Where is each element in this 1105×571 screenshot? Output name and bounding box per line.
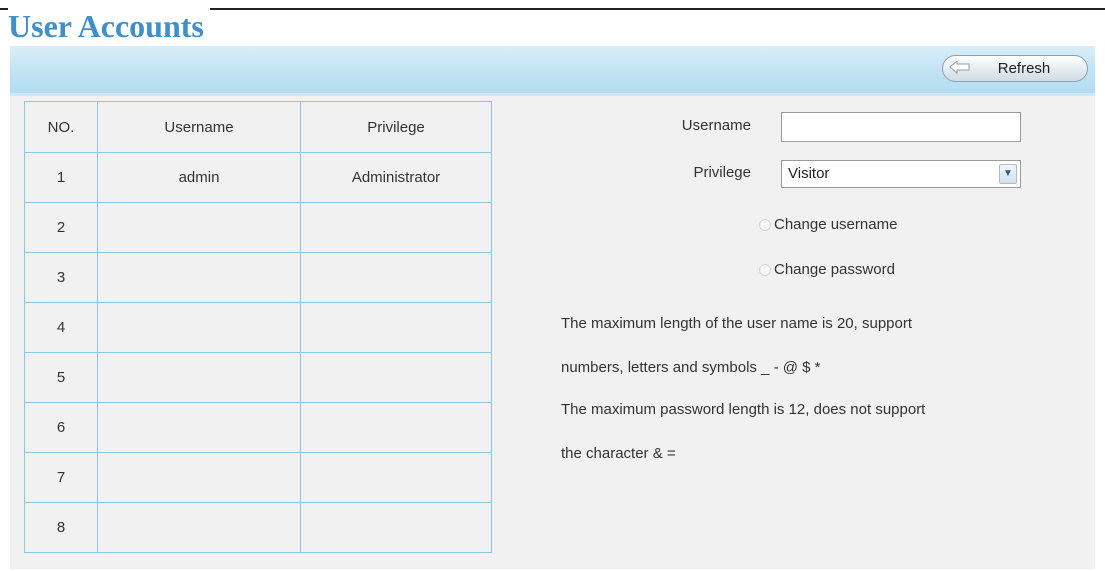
username-input[interactable] [781, 112, 1021, 142]
user-accounts-panel: Refresh NO. Username Privilege 1 admin A… [10, 46, 1095, 569]
table-row[interactable]: 1 admin Administrator [24, 152, 492, 203]
header-username: Username [97, 101, 301, 153]
header-no: NO. [24, 101, 98, 153]
note-line: the character & = [561, 445, 676, 462]
change-password-label: Change password [774, 261, 895, 278]
refresh-label: Refresh [997, 60, 1051, 77]
toolbar: Refresh [10, 46, 1095, 96]
row-no: 6 [24, 402, 98, 453]
row-privilege [300, 252, 492, 303]
row-no: 7 [24, 452, 98, 503]
note-line: The maximum length of the user name is 2… [561, 315, 913, 332]
row-username [97, 252, 301, 303]
privilege-selected-value: Visitor [788, 165, 830, 182]
change-password-radio[interactable] [759, 263, 771, 276]
privilege-select[interactable]: Visitor ▼ [781, 160, 1021, 188]
header-privilege: Privilege [300, 101, 492, 153]
change-username-label: Change username [774, 216, 898, 233]
page-title: User Accounts [8, 6, 210, 46]
row-privilege [300, 502, 492, 553]
row-no: 2 [24, 202, 98, 253]
change-password-option[interactable]: Change password [759, 261, 895, 278]
row-privilege [300, 452, 492, 503]
username-label: Username [681, 117, 751, 134]
change-username-option[interactable]: Change username [759, 216, 897, 233]
note-line: numbers, letters and symbols _ - @ $ * [561, 359, 821, 376]
row-privilege [300, 302, 492, 353]
privilege-label: Privilege [693, 164, 751, 181]
table-row[interactable]: 4 [24, 302, 492, 353]
refresh-arrow-icon [949, 61, 970, 75]
table-row[interactable]: 8 [24, 502, 492, 553]
row-no: 4 [24, 302, 98, 353]
table-row[interactable]: 5 [24, 352, 492, 403]
table-row[interactable]: 6 [24, 402, 492, 453]
row-username [97, 502, 301, 553]
table-header-row: NO. Username Privilege [24, 101, 492, 153]
row-privilege [300, 402, 492, 453]
row-privilege [300, 202, 492, 253]
row-no: 1 [24, 152, 98, 203]
table-row[interactable]: 2 [24, 202, 492, 253]
refresh-button[interactable]: Refresh [942, 55, 1088, 82]
note-line: The maximum password length is 12, does … [561, 401, 926, 418]
row-username [97, 352, 301, 403]
chevron-down-icon[interactable]: ▼ [999, 164, 1017, 184]
row-no: 3 [24, 252, 98, 303]
row-username [97, 202, 301, 253]
change-username-radio[interactable] [759, 218, 771, 231]
row-username [97, 302, 301, 353]
row-username [97, 452, 301, 503]
row-no: 8 [24, 502, 98, 553]
table-row[interactable]: 3 [24, 252, 492, 303]
table-row[interactable]: 7 [24, 452, 492, 503]
row-username [97, 402, 301, 453]
row-no: 5 [24, 352, 98, 403]
row-privilege [300, 352, 492, 403]
row-privilege: Administrator [300, 152, 492, 203]
row-username: admin [97, 152, 301, 203]
user-table: NO. Username Privilege 1 admin Administr… [24, 101, 492, 553]
